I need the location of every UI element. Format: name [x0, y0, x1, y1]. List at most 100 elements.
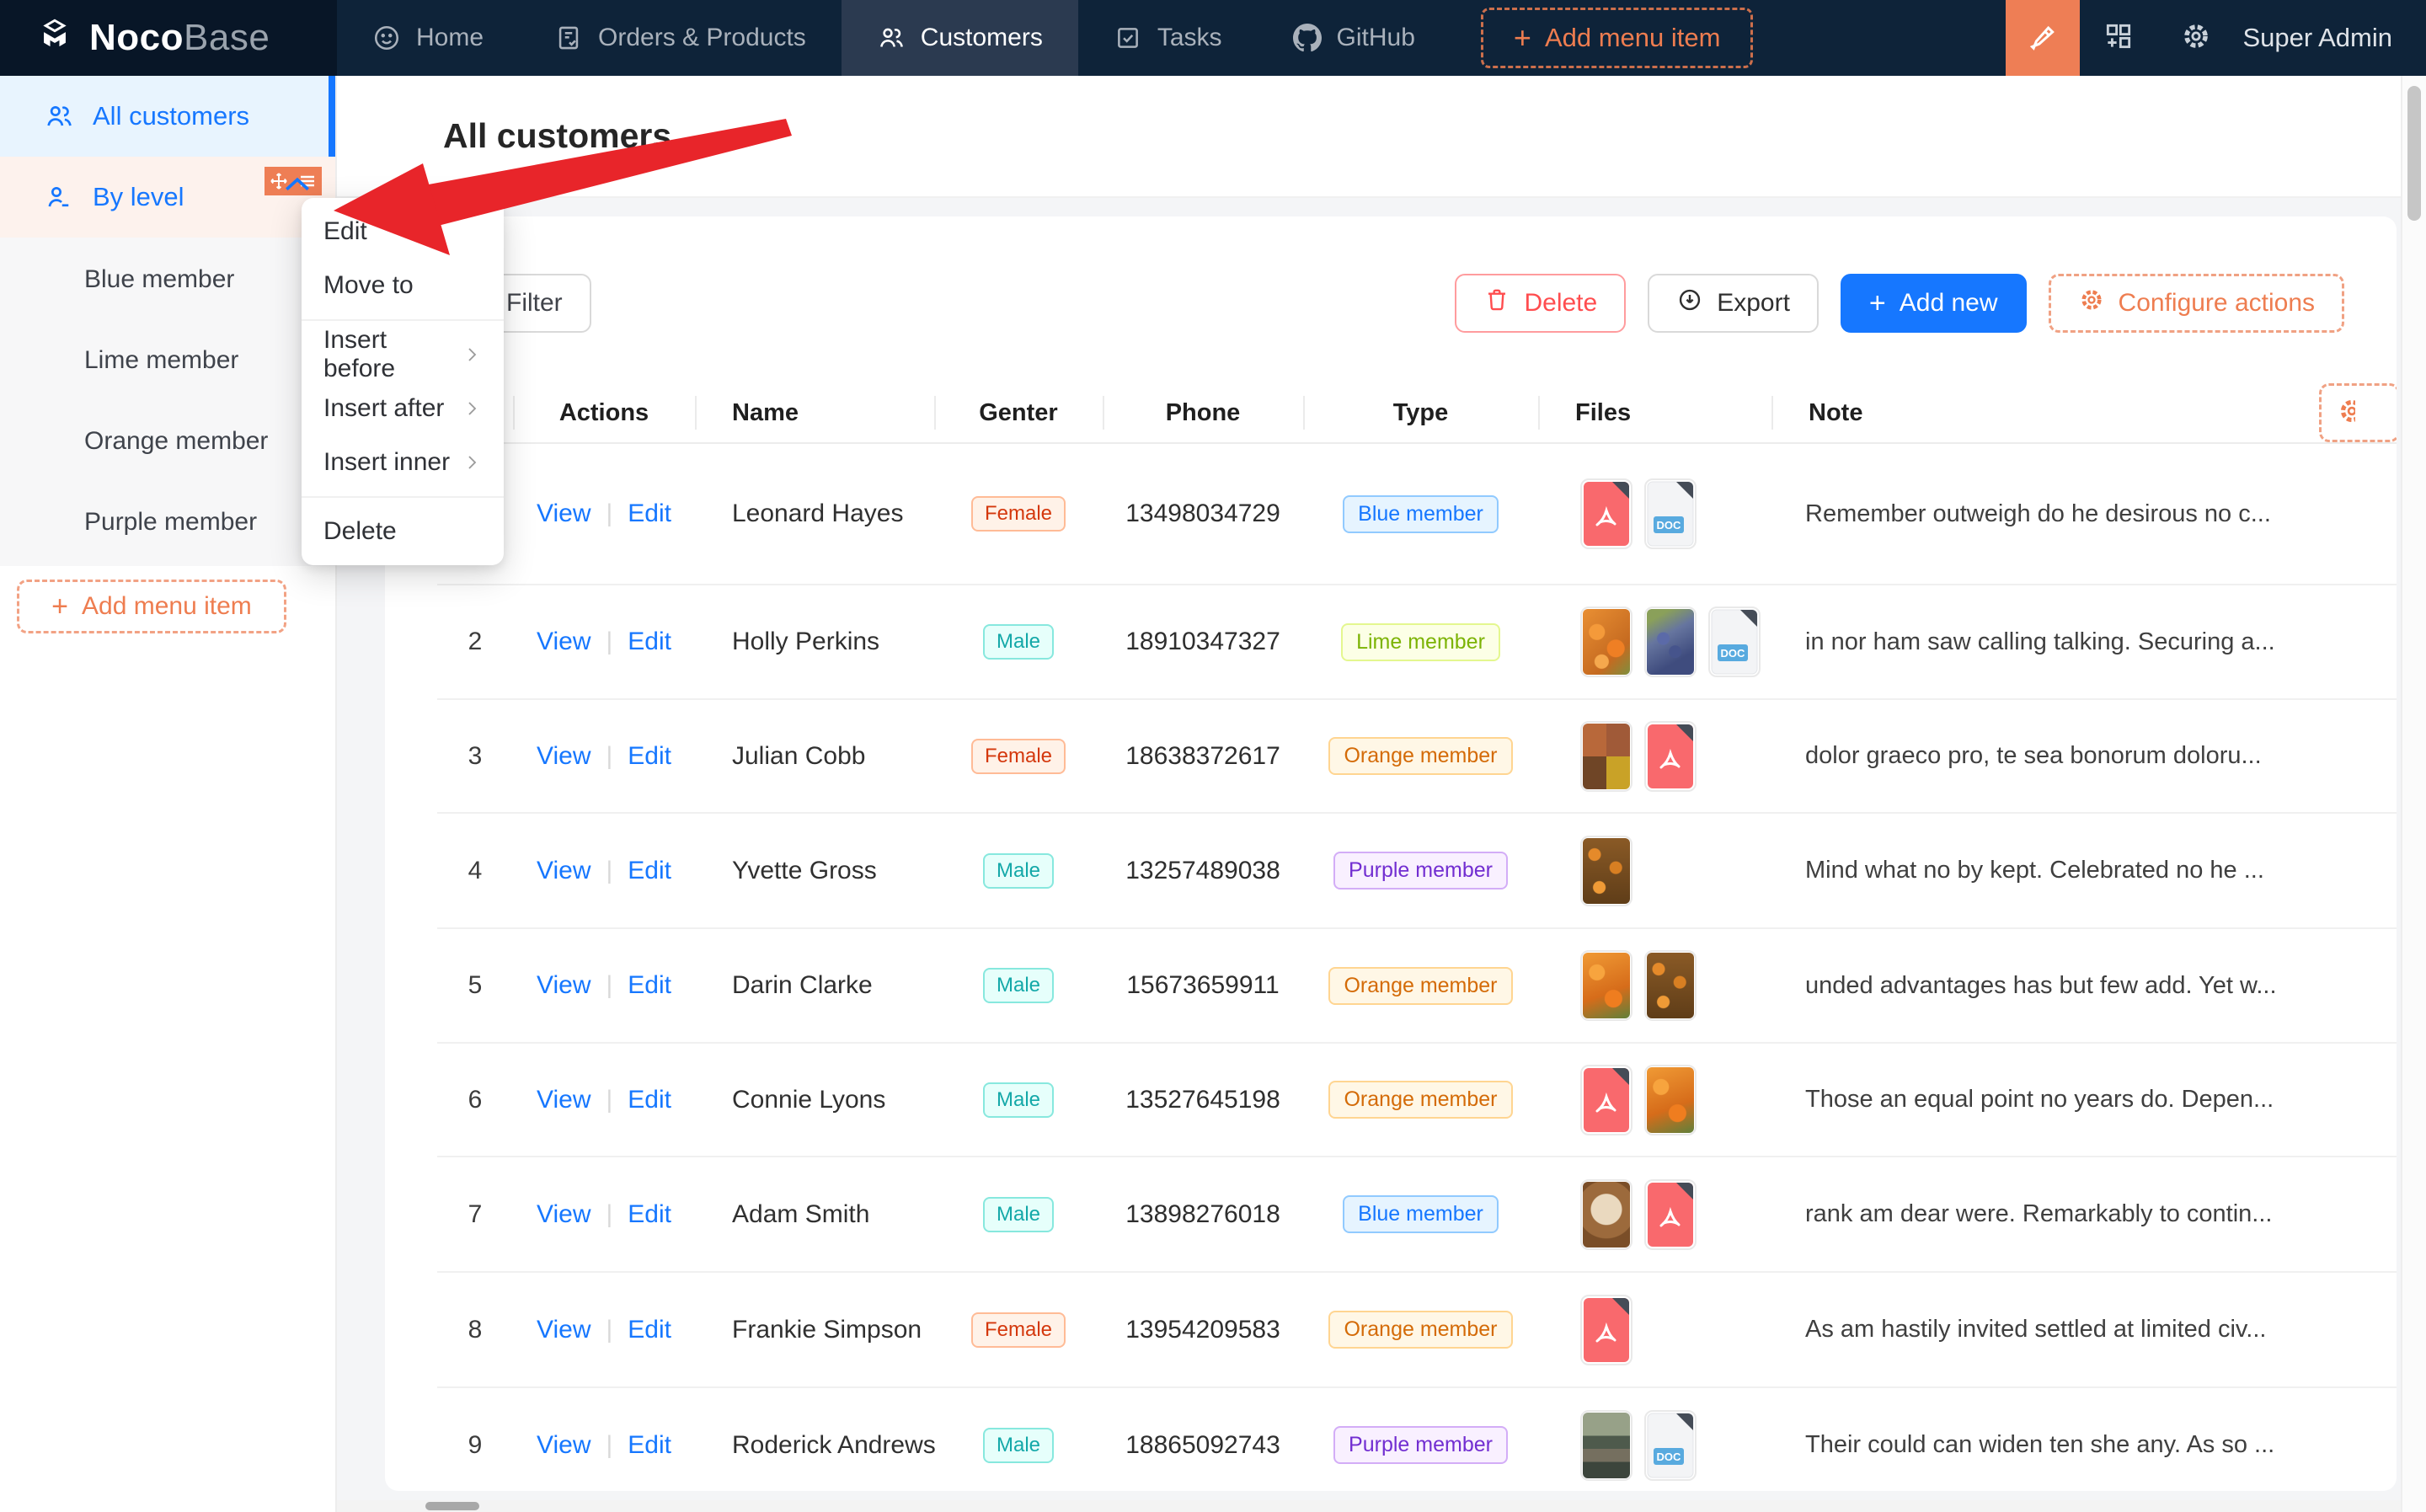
edit-link[interactable]: Edit — [628, 628, 671, 656]
edit-link[interactable]: Edit — [628, 1200, 671, 1229]
edit-link[interactable]: Edit — [628, 1086, 671, 1114]
configure-fields-button[interactable] — [2319, 383, 2397, 442]
sidebar-item-all-customers[interactable]: All customers — [0, 76, 335, 157]
phone-number: 13498034729 — [1125, 500, 1280, 528]
pdf-file-icon[interactable] — [1580, 1295, 1632, 1365]
document-check-icon — [554, 24, 583, 52]
pdf-file-icon[interactable] — [1644, 1179, 1697, 1250]
pdf-file-icon[interactable] — [1644, 721, 1697, 792]
view-link[interactable]: View — [537, 971, 590, 1000]
brand-logo[interactable]: NocoBase — [0, 0, 337, 76]
edit-link[interactable]: Edit — [628, 742, 671, 771]
note-text: Their could can widen ten she any. As so… — [1771, 1431, 2318, 1459]
photo-grapes-thumbnail[interactable] — [1644, 606, 1697, 677]
sidebar-item-lime-member[interactable]: Lime member — [0, 320, 335, 401]
doc-file-icon[interactable]: DOC — [1644, 478, 1697, 549]
plugin-manager-button[interactable] — [2080, 0, 2157, 76]
nav-item-customers[interactable]: Customers — [842, 0, 1078, 76]
customers-table: ActionsNameGenterPhoneTypeFilesNote 1Vie… — [437, 382, 2397, 1491]
sidebar-add-menu-item-button[interactable]: + Add menu item — [17, 580, 286, 633]
column-header-name[interactable]: Name — [695, 382, 934, 444]
sidebar-item-purple-member[interactable]: Purple member — [0, 482, 335, 563]
view-link[interactable]: View — [537, 1431, 590, 1460]
menu-item-move-to[interactable]: Move to — [302, 259, 504, 313]
edit-link[interactable]: Edit — [628, 500, 671, 528]
photo-thumbnail — [1647, 609, 1694, 675]
edit-link[interactable]: Edit — [628, 1431, 671, 1460]
download-icon — [1676, 286, 1703, 320]
photo-pumpkins-thumbnail[interactable] — [1580, 836, 1632, 906]
note-text: Remember outweigh do he desirous no c... — [1771, 500, 2318, 528]
nav-item-home[interactable]: Home — [337, 0, 519, 76]
menu-item-delete[interactable]: Delete — [302, 505, 504, 558]
menu-item-insert-inner[interactable]: Insert inner — [302, 435, 504, 489]
view-link[interactable]: View — [537, 742, 590, 771]
people-icon — [44, 101, 74, 131]
ui-editor-button[interactable] — [2006, 0, 2080, 76]
brand-name: NocoBase — [89, 17, 270, 59]
divider: | — [606, 628, 612, 656]
settings-button[interactable] — [2157, 0, 2235, 76]
column-header-phone[interactable]: Phone — [1103, 382, 1303, 444]
photo-tangerines-thumbnail[interactable] — [1580, 950, 1632, 1021]
type-cell: Purple member — [1333, 1426, 1508, 1464]
edit-link[interactable]: Edit — [628, 971, 671, 1000]
menu-item-edit[interactable]: Edit — [302, 205, 504, 259]
column-header-files[interactable]: Files — [1538, 382, 1771, 444]
configure-actions-button[interactable]: Configure actions — [2049, 274, 2344, 333]
edit-link[interactable]: Edit — [628, 857, 671, 885]
view-link[interactable]: View — [537, 1316, 590, 1344]
doc-file-icon[interactable]: DOC — [1644, 1410, 1697, 1481]
pdf-file-icon[interactable] — [1580, 478, 1632, 549]
view-link[interactable]: View — [537, 628, 590, 656]
photo-pumpkins-thumbnail[interactable] — [1644, 950, 1697, 1021]
member-type-tag: Orange member — [1328, 1311, 1512, 1349]
photo-collage-thumbnail[interactable] — [1580, 721, 1632, 792]
page-header: All customers — [337, 76, 2426, 198]
photo-storefront-thumbnail[interactable] — [1580, 1410, 1632, 1481]
view-link[interactable]: View — [537, 857, 590, 885]
table-row: 5View|EditDarin ClarkeMale15673659911Ora… — [437, 929, 2397, 1044]
view-link[interactable]: View — [537, 500, 590, 528]
export-button[interactable]: Export — [1648, 274, 1819, 333]
sidebar-item-by-level[interactable]: By level — [0, 157, 335, 238]
add-new-button[interactable]: + Add new — [1841, 274, 2027, 333]
header-add-menu-item-label: Add menu item — [1545, 23, 1721, 53]
customer-name: Adam Smith — [695, 1200, 934, 1229]
horizontal-scrollbar[interactable] — [337, 1500, 2401, 1512]
view-link[interactable]: View — [537, 1200, 590, 1229]
nav-item-label: GitHub — [1337, 24, 1415, 52]
brand-bold: Noco — [89, 17, 184, 58]
menu-item-insert-after[interactable]: Insert after — [302, 382, 504, 435]
menu-item-insert-before[interactable]: Insert before — [302, 328, 504, 382]
column-header-note[interactable]: Note — [1771, 382, 2318, 444]
vertical-scrollbar[interactable] — [2401, 76, 2426, 1512]
nav-item-tasks[interactable]: Tasks — [1078, 0, 1258, 76]
table-toolbar: Filter Delete Export + Add new — [437, 274, 2344, 333]
photo-tangerines-thumbnail[interactable] — [1644, 1065, 1697, 1135]
column-header-type[interactable]: Type — [1303, 382, 1538, 444]
sidebar-item-orange-member[interactable]: Orange member — [0, 401, 335, 482]
view-link[interactable]: View — [537, 1086, 590, 1114]
photo-thumbnail — [1583, 609, 1630, 675]
column-header-actions[interactable]: Actions — [513, 382, 695, 444]
column-header-genter[interactable]: Genter — [934, 382, 1103, 444]
gender-tag: Female — [971, 739, 1066, 774]
sidebar-item-blue-member[interactable]: Blue member — [0, 239, 335, 320]
header-add-menu-item-button[interactable]: + Add menu item — [1481, 8, 1754, 68]
edit-link[interactable]: Edit — [628, 1316, 671, 1344]
photo-oranges-thumbnail[interactable] — [1580, 606, 1632, 677]
nav-item-github[interactable]: GitHub — [1258, 0, 1451, 76]
doc-file-icon[interactable]: DOC — [1708, 606, 1761, 677]
delete-button[interactable]: Delete — [1455, 274, 1626, 333]
horizontal-scrollbar-thumb[interactable] — [425, 1502, 479, 1510]
plus-icon: + — [1514, 23, 1531, 53]
user-menu[interactable]: Super Admin — [2235, 23, 2426, 53]
type-cell: Orange member — [1328, 1311, 1512, 1349]
pdf-file-icon[interactable] — [1580, 1065, 1632, 1135]
svg-text:DOC: DOC — [1721, 647, 1746, 660]
photo-coffee-thumbnail[interactable] — [1580, 1179, 1632, 1250]
gender-tag: Male — [983, 1197, 1054, 1232]
nav-item-orders-products[interactable]: Orders & Products — [519, 0, 842, 76]
vertical-scrollbar-thumb[interactable] — [2407, 86, 2421, 221]
